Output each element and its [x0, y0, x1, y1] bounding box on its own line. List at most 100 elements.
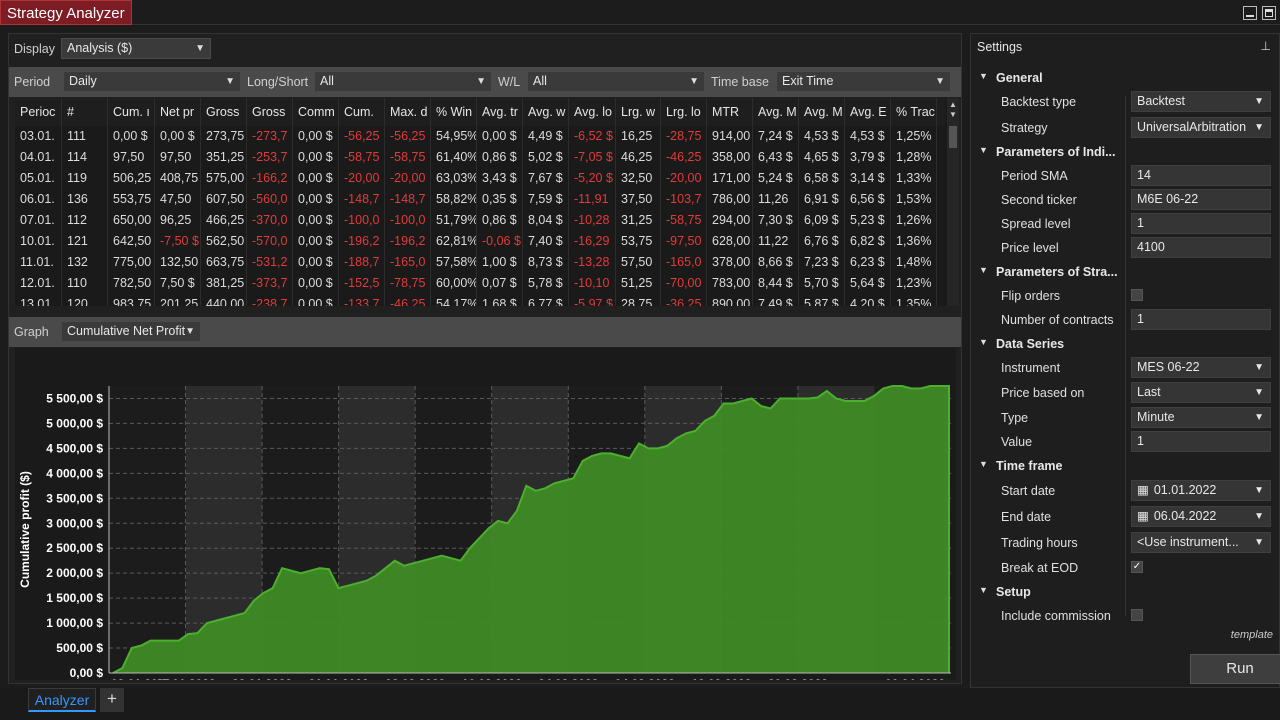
collapse-icon[interactable]: ▼	[979, 337, 988, 347]
property-value[interactable]: ▦ 01.01.2022 ▼	[1131, 480, 1271, 501]
column-header[interactable]: % Win	[431, 98, 477, 126]
table-row[interactable]: 11.01. 132 775,00 132,50 663,75 -531,2 0,00 $ -…	[15, 252, 945, 273]
scroll-up-icon[interactable]: ▲	[949, 100, 957, 109]
settings-section[interactable]: ▼ General	[971, 66, 1279, 90]
wl-dropdown[interactable]: All ▼	[527, 71, 705, 92]
checkbox[interactable]: ✓	[1131, 561, 1143, 573]
table-cell: 7,30 $	[753, 210, 799, 231]
checkbox[interactable]	[1131, 289, 1143, 301]
settings-row: Price level 4100	[971, 236, 1279, 260]
table-cell: 3,14 $	[845, 168, 891, 189]
column-header[interactable]: Gross	[201, 98, 247, 126]
column-header[interactable]: Cum. ı	[108, 98, 155, 126]
column-header[interactable]: Avg. lo	[569, 98, 616, 126]
settings-row: Strategy UniversalArbitration ▼	[971, 116, 1279, 140]
property-value[interactable]: <Use instrument... ▼	[1131, 532, 1271, 553]
column-header[interactable]: Perioc	[15, 98, 62, 126]
column-header[interactable]: Max. d	[385, 98, 431, 126]
property-value-text: 4100	[1137, 240, 1165, 254]
property-value[interactable]: UniversalArbitration ▼	[1131, 117, 1271, 138]
table-cell: 1,25%	[891, 126, 937, 147]
scroll-down-icon[interactable]: ▼	[949, 110, 957, 119]
collapse-icon[interactable]: ▼	[979, 265, 988, 275]
property-value[interactable]: 1	[1131, 309, 1271, 330]
section-label: General	[996, 71, 1043, 85]
property-value[interactable]: 14	[1131, 165, 1271, 186]
collapse-icon[interactable]: ▼	[979, 459, 988, 469]
collapse-icon[interactable]: ▼	[979, 585, 988, 595]
table-cell: 54,17%	[431, 294, 477, 306]
period-dropdown[interactable]: Daily ▼	[63, 71, 241, 92]
property-value[interactable]: MES 06-22 ▼	[1131, 357, 1271, 378]
table-cell: 575,00	[201, 168, 247, 189]
column-header[interactable]: Comm	[293, 98, 339, 126]
long-short-dropdown[interactable]: All ▼	[314, 71, 492, 92]
collapse-icon[interactable]: ▼	[979, 145, 988, 155]
property-value[interactable]: 1	[1131, 213, 1271, 234]
column-header[interactable]: Avg. M	[753, 98, 799, 126]
column-header[interactable]: Avg. tr	[477, 98, 523, 126]
time-base-dropdown[interactable]: Exit Time ▼	[776, 71, 951, 92]
column-header[interactable]: Gross	[247, 98, 293, 126]
column-header[interactable]: Lrg. lo	[661, 98, 707, 126]
table-cell: -148,7	[385, 189, 431, 210]
property-value[interactable]: 1	[1131, 431, 1271, 452]
column-header[interactable]: Net pr	[155, 98, 201, 126]
checkbox[interactable]	[1131, 609, 1143, 621]
property-value[interactable]: ▦ 06.04.2022 ▼	[1131, 506, 1271, 527]
table-row[interactable]: 05.01. 119 506,25 408,75 575,00 -166,2 0,00 $ -…	[15, 168, 945, 189]
settings-section[interactable]: ▼ Parameters of Stra...	[971, 260, 1279, 284]
table-row[interactable]: 07.01. 112 650,00 96,25 466,25 -370,0 0,00 $ -1…	[15, 210, 945, 231]
run-button[interactable]: Run	[1190, 654, 1280, 684]
column-header[interactable]: Avg. M	[799, 98, 845, 126]
column-header[interactable]: Lrg. w	[616, 98, 661, 126]
table-cell: 46,25	[616, 147, 661, 168]
table-row[interactable]: 06.01. 136 553,75 47,50 607,50 -560,0 0,00 $ -1…	[15, 189, 945, 210]
table-cell: -531,2	[247, 252, 293, 273]
graph-dropdown[interactable]: Cumulative Net Profit ▼	[61, 321, 201, 342]
column-header[interactable]: % Trac	[891, 98, 937, 126]
settings-section[interactable]: ▼ Time frame	[971, 454, 1279, 478]
property-value[interactable]: 4100	[1131, 237, 1271, 258]
property-value[interactable]: Last ▼	[1131, 382, 1271, 403]
column-header[interactable]: MTR	[707, 98, 753, 126]
display-label: Display	[14, 42, 55, 56]
table-cell: 0,00 $	[293, 147, 339, 168]
property-value[interactable]: M6E 06-22	[1131, 189, 1271, 210]
property-value[interactable]: Backtest ▼	[1131, 91, 1271, 112]
settings-section[interactable]: ▼ Data Series	[971, 332, 1279, 356]
column-header[interactable]: Cum.	[339, 98, 385, 126]
tab-analyzer[interactable]: Analyzer	[28, 688, 96, 712]
property-label: Include commission	[1001, 609, 1111, 623]
table-cell: 0,86 $	[477, 147, 523, 168]
chevron-down-icon: ▼	[1254, 412, 1264, 423]
pin-icon[interactable]: ⊥	[1261, 39, 1271, 53]
wl-value: All	[533, 74, 547, 88]
column-header[interactable]: Avg. E	[845, 98, 891, 126]
table-cell: 132	[62, 252, 108, 273]
table-cell: 5,78 $	[523, 273, 569, 294]
settings-section[interactable]: ▼ Parameters of Indi...	[971, 140, 1279, 164]
chevron-down-icon: ▼	[1254, 485, 1264, 496]
table-cell: 7,50 $	[155, 273, 201, 294]
add-tab-button[interactable]: +	[100, 688, 124, 712]
table-row[interactable]: 12.01. 110 782,50 7,50 $381,25 -373,7 0,00 $ -…	[15, 273, 945, 294]
table-cell: 0,00 $	[293, 273, 339, 294]
property-value[interactable]: Minute ▼	[1131, 407, 1271, 428]
settings-section[interactable]: ▼ Setup	[971, 580, 1279, 604]
table-row[interactable]: 03.01. 111 0,00 $0,00 $273,75 -273,7 0,00 $ -…	[15, 126, 945, 147]
minimize-icon[interactable]	[1243, 6, 1257, 20]
table-scrollbar[interactable]: ▲ ▼	[947, 98, 959, 306]
column-header[interactable]: #	[62, 98, 108, 126]
display-dropdown[interactable]: Analysis ($) ▼	[61, 38, 211, 59]
collapse-icon[interactable]: ▼	[979, 71, 988, 81]
scroll-thumb[interactable]	[949, 126, 957, 148]
settings-row: Type Minute ▼	[971, 406, 1279, 430]
y-tick-label: 1 000,00 $	[46, 616, 103, 630]
table-row[interactable]: 10.01. 121 642,50 -7,50 $562,50 -570,0 0,00 $…	[15, 231, 945, 252]
template-link[interactable]: template	[1231, 629, 1273, 641]
table-row[interactable]: 04.01. 114 97,50 97,50 351,25 -253,7 0,00 $ -58…	[15, 147, 945, 168]
maximize-icon[interactable]	[1262, 6, 1276, 20]
column-header[interactable]: Avg. w	[523, 98, 569, 126]
table-row[interactable]: 13.01. 120 983,75 201,25 440,00 -238,7 0,00 $ -…	[15, 294, 945, 306]
